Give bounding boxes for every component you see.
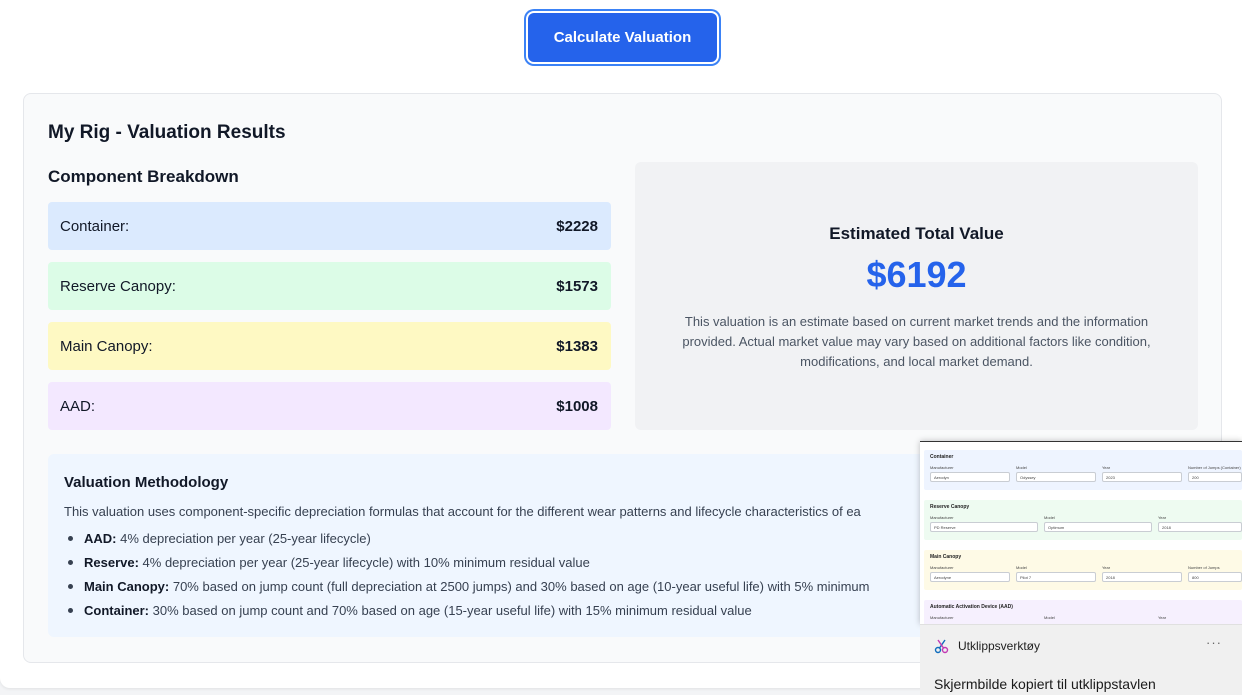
preview-field: Pilot 7 xyxy=(1016,572,1096,582)
component-label: Reserve Canopy: xyxy=(60,277,176,295)
preview-section-reserve-canopy: Reserve Canopy Manufacturer Model Year P… xyxy=(924,500,1242,540)
screenshot-preview-thumbnail[interactable]: Container Manufacturer Model Year Number… xyxy=(920,441,1242,624)
component-label: AAD: xyxy=(60,397,96,415)
scissors-icon xyxy=(934,639,949,654)
methodology-item-text: 4% depreciation per year (25-year lifecy… xyxy=(138,555,590,570)
methodology-item-name: Reserve: xyxy=(84,555,139,570)
methodology-item-name: AAD: xyxy=(84,531,117,546)
preview-section-container: Container Manufacturer Model Year Number… xyxy=(924,450,1242,490)
component-row-main-canopy: Main Canopy: $1383 xyxy=(48,322,611,370)
preview-field-label: Model xyxy=(1044,515,1055,520)
methodology-item-text: 30% based on jump count and 70% based on… xyxy=(149,603,752,618)
component-row-aad: AAD: $1008 xyxy=(48,382,611,430)
preview-section-aad: Automatic Activation Device (AAD) Manufa… xyxy=(924,600,1242,624)
component-label: Main Canopy: xyxy=(60,337,153,355)
preview-field-label: Model xyxy=(1016,565,1027,570)
methodology-list: AAD: 4% depreciation per year (25-year l… xyxy=(67,530,870,626)
preview-section-title: Container xyxy=(930,454,954,460)
preview-field-label: Year xyxy=(1158,615,1167,620)
notification-app-name: Utklippsverktøy xyxy=(958,639,1041,653)
methodology-item-text: 4% depreciation per year (25-year lifecy… xyxy=(116,531,371,546)
component-value: $2228 xyxy=(556,217,598,235)
methodology-intro: This valuation uses component-specific d… xyxy=(64,504,861,519)
preview-field: Odyssey xyxy=(1016,472,1096,482)
methodology-item-aad: AAD: 4% depreciation per year (25-year l… xyxy=(67,530,869,554)
methodology-item-main-canopy: Main Canopy: 70% based on jump count (fu… xyxy=(67,578,870,602)
preview-field: 2018 xyxy=(1102,572,1182,582)
total-value-label: Estimated Total Value xyxy=(829,224,1004,243)
preview-field: PD Reserve xyxy=(930,522,1038,532)
component-label: Container: xyxy=(60,217,130,235)
notification-message: Skjermbilde kopiert til utklippstavlen xyxy=(934,676,1156,692)
preview-section-title: Automatic Activation Device (AAD) xyxy=(930,604,1013,610)
preview-field-label: Number of Jumps (Container) xyxy=(1188,465,1241,470)
preview-section-title: Main Canopy xyxy=(930,554,962,560)
methodology-item-name: Container: xyxy=(84,603,149,618)
component-value: $1573 xyxy=(556,277,598,295)
component-row-reserve-canopy: Reserve Canopy: $1573 xyxy=(48,262,611,310)
methodology-title: Valuation Methodology xyxy=(64,474,229,491)
preview-field-label: Manufacturer xyxy=(930,565,954,570)
component-value: $1008 xyxy=(556,397,598,415)
component-row-container: Container: $2228 xyxy=(48,202,611,250)
preview-field: 200 xyxy=(1188,472,1242,482)
preview-section-main-canopy: Main Canopy Manufacturer Model Year Numb… xyxy=(924,550,1242,590)
component-value: $1383 xyxy=(556,337,598,355)
preview-section-title: Reserve Canopy xyxy=(930,504,970,510)
preview-field-label: Model xyxy=(1016,465,1027,470)
preview-field: 2018 xyxy=(1158,522,1242,532)
methodology-item-container: Container: 30% based on jump count and 7… xyxy=(67,602,869,626)
snipping-tool-notification[interactable]: Utklippsverktøy ··· Skjermbilde kopiert … xyxy=(920,624,1242,695)
preview-field: Aerodyne xyxy=(930,572,1010,582)
preview-field-label: Year xyxy=(1158,515,1167,520)
methodology-item-name: Main Canopy: xyxy=(84,579,170,594)
preview-field-label: Model xyxy=(1044,615,1055,620)
preview-field-label: Manufacturer xyxy=(930,465,954,470)
total-value-panel: Estimated Total Value $6192 This valuati… xyxy=(635,162,1198,430)
methodology-item-text: 70% based on jump count (full depreciati… xyxy=(169,579,870,594)
preview-field-label: Year xyxy=(1102,465,1111,470)
more-options-icon[interactable]: ··· xyxy=(1206,635,1222,650)
preview-field: Optimum xyxy=(1044,522,1152,532)
methodology-item-reserve: Reserve: 4% depreciation per year (25-ye… xyxy=(67,554,869,578)
preview-field-label: Year xyxy=(1102,565,1111,570)
preview-field-label: Manufacturer xyxy=(930,615,954,620)
total-value-amount: $6192 xyxy=(866,254,967,295)
preview-field: 2023 xyxy=(1102,472,1182,482)
preview-field-label: Number of Jumps xyxy=(1188,565,1220,570)
preview-field: Aerodyn xyxy=(930,472,1010,482)
valuation-disclaimer: This valuation is an estimate based on c… xyxy=(682,314,1151,369)
calculate-valuation-button[interactable]: Calculate Valuation xyxy=(528,13,717,62)
preview-field: 800 xyxy=(1188,572,1242,582)
preview-field-label: Manufacturer xyxy=(930,515,954,520)
results-title: My Rig - Valuation Results xyxy=(48,122,286,143)
component-breakdown-title: Component Breakdown xyxy=(48,167,239,186)
